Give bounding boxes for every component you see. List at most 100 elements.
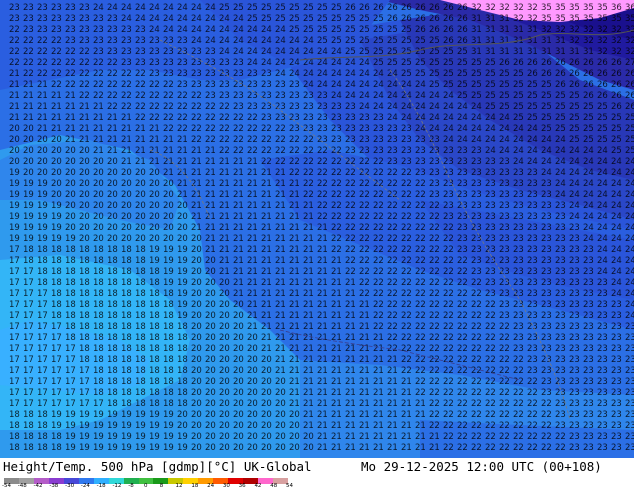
grid-value-label: 21 <box>163 135 174 145</box>
grid-value-label: 22 <box>457 366 468 376</box>
grid-value-label: 18 <box>163 388 174 398</box>
grid-value-label: 26 <box>429 3 440 13</box>
grid-value-label: 24 <box>233 36 244 46</box>
grid-value-label: 22 <box>93 91 104 101</box>
grid-value-label: 26 <box>555 69 566 79</box>
grid-value-label: 17 <box>23 333 34 343</box>
grid-value-label: 23 <box>625 410 634 420</box>
grid-value-label: 21 <box>177 190 188 200</box>
grid-value-label: 22 <box>261 124 272 134</box>
grid-value-label: 21 <box>275 267 286 277</box>
grid-value-label: 26 <box>415 3 426 13</box>
grid-value-label: 18 <box>93 355 104 365</box>
grid-value-label: 20 <box>79 223 90 233</box>
grid-value-label: 24 <box>345 80 356 90</box>
grid-value-label: 25 <box>471 69 482 79</box>
grid-value-label: 23 <box>569 256 580 266</box>
grid-value-label: 22 <box>387 278 398 288</box>
grid-value-label: 24 <box>401 91 412 101</box>
color-scale-tick: 0 <box>144 483 148 489</box>
grid-value-label: 23 <box>149 36 160 46</box>
grid-value-label: 21 <box>303 278 314 288</box>
grid-value-label: 23 <box>457 201 468 211</box>
grid-value-label: 20 <box>191 333 202 343</box>
grid-value-label: 22 <box>345 168 356 178</box>
grid-value-label: 21 <box>289 388 300 398</box>
grid-value-label: 18 <box>135 333 146 343</box>
grid-value-label: 23 <box>597 366 608 376</box>
grid-value-label: 24 <box>247 36 258 46</box>
grid-value-label: 23 <box>317 124 328 134</box>
grid-value-label: 22 <box>37 58 48 68</box>
grid-value-label: 25 <box>275 3 286 13</box>
grid-value-label: 22 <box>205 124 216 134</box>
grid-value-label: 17 <box>79 388 90 398</box>
grid-value-label: 24 <box>275 25 286 35</box>
grid-value-label: 22 <box>177 102 188 112</box>
grid-value-label: 24 <box>471 124 482 134</box>
grid-value-label: 25 <box>625 146 634 156</box>
grid-value-label: 22 <box>415 333 426 343</box>
grid-value-label: 21 <box>219 168 230 178</box>
grid-value-label: 24 <box>149 25 160 35</box>
grid-value-label: 24 <box>625 256 634 266</box>
grid-value-label: 21 <box>275 245 286 255</box>
grid-value-label: 18 <box>149 322 160 332</box>
grid-value-label: 21 <box>345 278 356 288</box>
grid-value-label: 24 <box>611 201 622 211</box>
grid-value-label: 26 <box>457 3 468 13</box>
grid-value-label: 22 <box>485 355 496 365</box>
grid-value-label: 23 <box>485 212 496 222</box>
grid-value-label: 24 <box>569 157 580 167</box>
grid-value-label: 20 <box>219 289 230 299</box>
grid-value-label: 18 <box>9 410 20 420</box>
grid-value-label: 23 <box>499 256 510 266</box>
grid-value-label: 22 <box>303 179 314 189</box>
grid-value-label: 23 <box>107 47 118 57</box>
grid-value-label: 23 <box>471 201 482 211</box>
grid-value-label: 21 <box>359 410 370 420</box>
grid-value-label: 23 <box>471 212 482 222</box>
grid-value-label: 25 <box>443 58 454 68</box>
grid-value-label: 25 <box>485 58 496 68</box>
grid-value-label: 19 <box>163 278 174 288</box>
grid-value-label: 24 <box>611 278 622 288</box>
grid-value-label: 23 <box>513 311 524 321</box>
grid-value-label: 19 <box>79 443 90 453</box>
grid-value-label: 23 <box>569 443 580 453</box>
grid-value-label: 23 <box>527 344 538 354</box>
grid-value-label: 18 <box>135 245 146 255</box>
grid-value-label: 21 <box>317 267 328 277</box>
grid-value-label: 21 <box>303 322 314 332</box>
grid-value-label: 23 <box>499 311 510 321</box>
color-scale-tick: 36 <box>238 483 246 489</box>
grid-value-label: 18 <box>23 245 34 255</box>
grid-value-label: 24 <box>625 223 634 233</box>
grid-value-label: 22 <box>471 289 482 299</box>
grid-value-label: 18 <box>163 322 174 332</box>
grid-value-label: 22 <box>401 322 412 332</box>
grid-value-label: 23 <box>149 58 160 68</box>
grid-value-label: 26 <box>359 3 370 13</box>
grid-value-label: 17 <box>9 366 20 376</box>
grid-value-label: 25 <box>583 102 594 112</box>
grid-value-label: 22 <box>415 344 426 354</box>
grid-value-label: 20 <box>163 223 174 233</box>
grid-value-label: 17 <box>9 322 20 332</box>
grid-value-label: 24 <box>121 3 132 13</box>
grid-value-label: 24 <box>219 47 230 57</box>
grid-value-label: 24 <box>597 146 608 156</box>
grid-value-label: 20 <box>219 410 230 420</box>
grid-value-label: 17 <box>65 377 76 387</box>
grid-value-label: 22 <box>485 432 496 442</box>
grid-value-label: 23 <box>499 300 510 310</box>
grid-value-label: 24 <box>569 190 580 200</box>
grid-value-label: 23 <box>289 80 300 90</box>
grid-value-label: 22 <box>51 36 62 46</box>
grid-value-label: 22 <box>401 223 412 233</box>
grid-value-label: 21 <box>373 432 384 442</box>
grid-value-label: 24 <box>443 91 454 101</box>
grid-value-label: 22 <box>331 168 342 178</box>
grid-value-label: 32 <box>611 47 622 57</box>
grid-value-label: 23 <box>485 179 496 189</box>
